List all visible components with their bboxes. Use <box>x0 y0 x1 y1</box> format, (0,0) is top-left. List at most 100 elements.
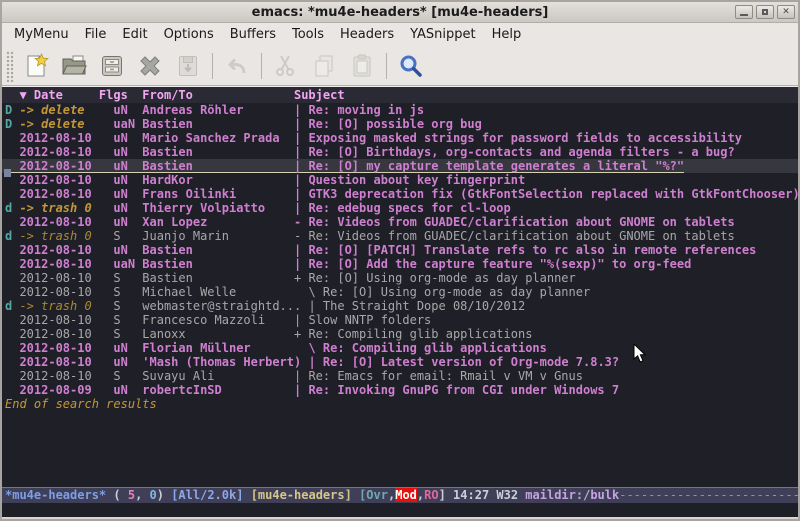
message-row[interactable]: 2012-08-10 uN Bastien | Re: [O] Birthday… <box>2 145 798 159</box>
window-title: emacs: *mu4e-headers* [mu4e-headers] <box>2 5 798 20</box>
menu-item-edit[interactable]: Edit <box>114 25 155 44</box>
flags-cell: S <box>113 313 142 327</box>
message-row-text: 2012-08-10 S Bastien + Re: [O] Using org… <box>5 271 576 285</box>
date-cell: 2012-08-10 <box>19 257 113 271</box>
flags-cell: uN <box>113 159 142 173</box>
menu-item-tools[interactable]: Tools <box>284 25 332 44</box>
flags-cell: uaN <box>113 257 142 271</box>
from-cell: robertcInSD <box>142 383 294 397</box>
date-cell: -> delete <box>19 103 113 117</box>
open-file-icon[interactable] <box>57 50 91 82</box>
message-row[interactable]: 2012-08-10 S Suvayu Ali | Re: Emacs for … <box>2 369 798 383</box>
kill-buffer-icon[interactable] <box>133 50 167 82</box>
modeline-segment: RO <box>424 488 438 502</box>
modeline-segment: ) <box>157 488 171 502</box>
message-row[interactable]: 2012-08-10 uN Bastien | Re: [O] my captu… <box>2 159 798 173</box>
menu-item-help[interactable]: Help <box>484 25 530 44</box>
mark-cell <box>5 271 19 285</box>
message-row-text: 2012-08-10 S Francesco Mazzoli | Slow NN… <box>5 313 431 327</box>
modeline-segment: 5 <box>128 488 135 502</box>
modeline-segment: ] <box>439 488 453 502</box>
mark-cell: D <box>5 103 19 117</box>
flags-cell: uN <box>113 383 142 397</box>
message-row-text: 2012-08-10 uN Frans Oilinki | GTK3 depre… <box>5 187 798 201</box>
message-row[interactable]: 2012-08-10 uN HardKor | Question about k… <box>2 173 798 187</box>
toolbar-drag-handle[interactable] <box>5 50 14 82</box>
modeline-segment: ( <box>113 488 127 502</box>
subject-cell: + Re: [O] Using org-mode as day planner <box>294 271 576 285</box>
emacs-window: emacs: *mu4e-headers* [mu4e-headers] MyM… <box>0 0 800 521</box>
headers-column-header[interactable]: ▼ Date Flgs From/To Subject <box>2 87 798 103</box>
message-row[interactable]: 2012-08-10 S Bastien + Re: [O] Using org… <box>2 271 798 285</box>
message-row[interactable]: d -> trash 0 S webmaster@straightd... | … <box>2 299 798 313</box>
date-cell: 2012-08-10 <box>19 159 113 173</box>
menu-item-headers[interactable]: Headers <box>332 25 402 44</box>
flags-cell: uN <box>113 341 142 355</box>
search-icon[interactable] <box>394 50 428 82</box>
message-row[interactable]: D -> delete uN Andreas Röhler | Re: movi… <box>2 103 798 117</box>
subject-cell: | Re: [O] possible org bug <box>294 117 482 131</box>
message-row[interactable]: 2012-08-10 uN Mario Sanchez Prada | Expo… <box>2 131 798 145</box>
from-cell: Bastien <box>142 117 294 131</box>
message-row[interactable]: 2012-08-10 uN Frans Oilinki | GTK3 depre… <box>2 187 798 201</box>
mark-cell: d <box>5 201 19 215</box>
from-cell: Mario Sanchez Prada <box>142 131 294 145</box>
message-row[interactable]: 2012-08-10 uaN Bastien | Re: [O] Add the… <box>2 257 798 271</box>
date-cell: 2012-08-10 <box>19 271 113 285</box>
message-row[interactable]: 2012-08-10 S Francesco Mazzoli | Slow NN… <box>2 313 798 327</box>
message-row[interactable]: 2012-08-10 uN 'Mash (Thomas Herbert) | R… <box>2 355 798 369</box>
cut-icon <box>269 50 303 82</box>
subject-cell: + Re: Compiling glib applications <box>294 327 532 341</box>
mark-cell <box>5 383 19 397</box>
echo-area[interactable] <box>2 503 798 517</box>
mark-cell <box>5 285 19 299</box>
mark-cell <box>5 257 19 271</box>
message-row[interactable]: d -> trash 0 uN Thierry Volpiatto | Re: … <box>2 201 798 215</box>
toolbar-separator <box>386 53 387 79</box>
close-button[interactable] <box>777 5 795 19</box>
message-row[interactable]: D -> delete uaN Bastien | Re: [O] possib… <box>2 117 798 131</box>
flags-cell: S <box>113 299 142 313</box>
menu-item-options[interactable]: Options <box>156 25 222 44</box>
flags-cell: S <box>113 229 142 243</box>
flags-cell: uN <box>113 103 142 117</box>
maximize-button[interactable] <box>756 5 774 19</box>
date-cell: 2012-08-10 <box>19 369 113 383</box>
minimize-button[interactable] <box>735 5 753 19</box>
subject-cell: - Re: Videos from GUADEC/clarification a… <box>294 229 735 243</box>
mark-cell <box>5 341 19 355</box>
subject-cell: | GTK3 deprecation fix (GtkFontSelection… <box>294 187 798 201</box>
flags-cell: uN <box>113 243 142 257</box>
toolbar-separator <box>261 53 262 79</box>
paste-icon <box>345 50 379 82</box>
message-row[interactable]: 2012-08-10 uN Xan Lopez - Re: Videos fro… <box>2 215 798 229</box>
message-row[interactable]: 2012-08-10 uN Bastien | Re: [O] [PATCH] … <box>2 243 798 257</box>
message-row[interactable]: d -> trash 0 S Juanjo Marin - Re: Videos… <box>2 229 798 243</box>
message-row-text: 2012-08-10 uN Mario Sanchez Prada | Expo… <box>5 131 742 145</box>
message-row-text: d -> trash 0 S Juanjo Marin - Re: Videos… <box>5 229 735 243</box>
menu-item-mymenu[interactable]: MyMenu <box>6 25 77 44</box>
message-row-text: D -> delete uaN Bastien | Re: [O] possib… <box>5 117 482 131</box>
from-cell: Bastien <box>142 257 294 271</box>
message-row-text: d -> trash 0 uN Thierry Volpiatto | Re: … <box>5 201 511 215</box>
modeline-segment: Mod <box>395 488 417 502</box>
message-row[interactable]: 2012-08-10 S Lanoxx + Re: Compiling glib… <box>2 327 798 341</box>
menu-item-yasnippet[interactable]: YASnippet <box>402 25 484 44</box>
flags-cell: uN <box>113 201 142 215</box>
message-row[interactable]: 2012-08-09 uN robertcInSD | Re: Invoking… <box>2 383 798 397</box>
from-cell: Bastien <box>142 145 294 159</box>
end-of-search-results: End of search results <box>2 397 798 411</box>
dired-drawer-icon[interactable] <box>95 50 129 82</box>
message-row-text: 2012-08-10 S Lanoxx + Re: Compiling glib… <box>5 327 532 341</box>
mark-cell: D <box>5 117 19 131</box>
message-row[interactable]: 2012-08-10 S Michael Welle \ Re: [O] Usi… <box>2 285 798 299</box>
subject-cell: | Re: [O] Add the capture feature "%(sex… <box>294 257 691 271</box>
message-row[interactable]: 2012-08-10 uN Florian Müllner \ Re: Comp… <box>2 341 798 355</box>
menu-item-file[interactable]: File <box>77 25 115 44</box>
from-cell: Bastien <box>142 271 294 285</box>
mark-cell: d <box>5 299 19 313</box>
date-cell: 2012-08-10 <box>19 187 113 201</box>
menu-item-buffers[interactable]: Buffers <box>222 25 284 44</box>
subject-cell: | Re: [O] [PATCH] Translate refs to rc a… <box>294 243 756 257</box>
new-file-icon[interactable] <box>19 50 53 82</box>
